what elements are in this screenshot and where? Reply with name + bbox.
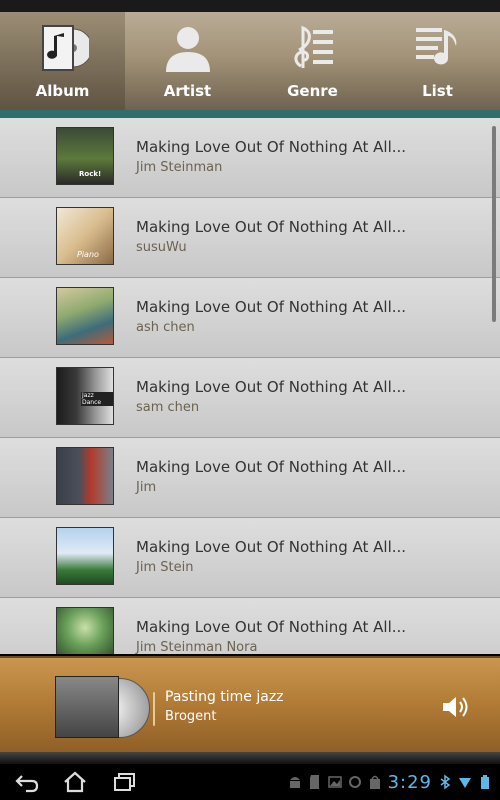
song-title: Making Love Out Of Nothing At All... (136, 618, 407, 636)
song-list[interactable]: Rock! Making Love Out Of Nothing At All.… (0, 118, 500, 654)
album-icon (42, 25, 89, 71)
status-clock: 3:29 (387, 771, 432, 793)
song-title: Making Love Out Of Nothing At All... (136, 138, 407, 156)
song-artist: Jim Steinman Nora (136, 640, 258, 654)
album-thumbnail-text: Rock! (79, 170, 102, 178)
song-artist: Jim Steinman (136, 160, 223, 175)
song-title: Making Love Out Of Nothing At All... (136, 218, 407, 236)
album-thumbnail (56, 287, 114, 345)
now-playing-artist: Brogent (165, 709, 217, 724)
tab-genre-label: Genre (287, 82, 338, 100)
list-item[interactable]: Making Love Out Of Nothing At All... Jim… (0, 518, 500, 598)
volume-icon[interactable] (440, 694, 470, 720)
song-artist: susuWu (136, 240, 187, 255)
song-title: Making Love Out Of Nothing At All... (136, 378, 407, 396)
genre-icon (294, 25, 333, 68)
list-item[interactable]: Making Love Out Of Nothing At All... Jim… (0, 598, 500, 654)
song-artist: Jim (136, 480, 157, 495)
sync-icon (348, 776, 361, 788)
list-item[interactable]: Making Love Out Of Nothing At All... Jim (0, 438, 500, 518)
image-icon (327, 776, 342, 788)
album-thumbnail-text: Jazz Dance (81, 392, 113, 406)
album-thumbnail: Piano (56, 207, 114, 265)
tab-genre[interactable]: Genre (250, 12, 375, 110)
list-item[interactable]: Rock! Making Love Out Of Nothing At All.… (0, 118, 500, 198)
now-playing-album-art[interactable] (55, 676, 119, 738)
bluetooth-icon (440, 774, 451, 790)
battery-icon (481, 775, 489, 789)
back-icon[interactable] (14, 770, 40, 794)
list-item[interactable]: Making Love Out Of Nothing At All... ash… (0, 278, 500, 358)
recent-apps-icon[interactable] (112, 770, 138, 794)
list-item[interactable]: Jazz Dance Making Love Out Of Nothing At… (0, 358, 500, 438)
system-nav-bar: 3:29 (0, 764, 500, 800)
song-title: Making Love Out Of Nothing At All... (136, 298, 407, 316)
shopping-bag-icon (369, 775, 380, 789)
accent-divider (0, 110, 500, 118)
now-playing-divider (153, 692, 155, 726)
tab-artist[interactable]: Artist (125, 12, 250, 110)
tab-album[interactable]: Album (0, 12, 125, 110)
now-playing-bar[interactable]: Pasting time jazz Brogent (0, 656, 500, 754)
album-thumbnail (56, 527, 114, 585)
album-thumbnail: Jazz Dance (56, 367, 114, 425)
library-tab-bar: Album Artist Genre List (0, 12, 500, 110)
sd-card-icon (309, 775, 319, 789)
tab-list-label: List (422, 82, 453, 100)
android-icon (289, 777, 300, 788)
song-artist: Jim Stein (136, 560, 194, 575)
list-scrollbar[interactable] (492, 126, 496, 322)
song-title: Making Love Out Of Nothing At All... (136, 458, 407, 476)
tab-list[interactable]: List (375, 12, 500, 110)
playlist-icon (416, 28, 457, 65)
bottom-shadow (0, 752, 500, 764)
home-icon[interactable] (62, 770, 88, 794)
now-playing-title: Pasting time jazz (165, 689, 284, 705)
artist-icon (166, 27, 210, 72)
song-artist: sam chen (136, 400, 200, 415)
list-item[interactable]: Piano Making Love Out Of Nothing At All.… (0, 198, 500, 278)
wifi-icon (459, 778, 471, 788)
tab-album-label: Album (35, 82, 90, 100)
tab-artist-label: Artist (163, 82, 212, 100)
album-thumbnail (56, 447, 114, 505)
song-artist: ash chen (136, 320, 195, 335)
song-title: Making Love Out Of Nothing At All... (136, 538, 407, 556)
album-thumbnail-text: Piano (77, 250, 99, 259)
top-strip (0, 0, 500, 12)
album-thumbnail: Rock! (56, 127, 114, 185)
album-thumbnail (56, 607, 114, 654)
status-area: 3:29 (288, 771, 492, 793)
